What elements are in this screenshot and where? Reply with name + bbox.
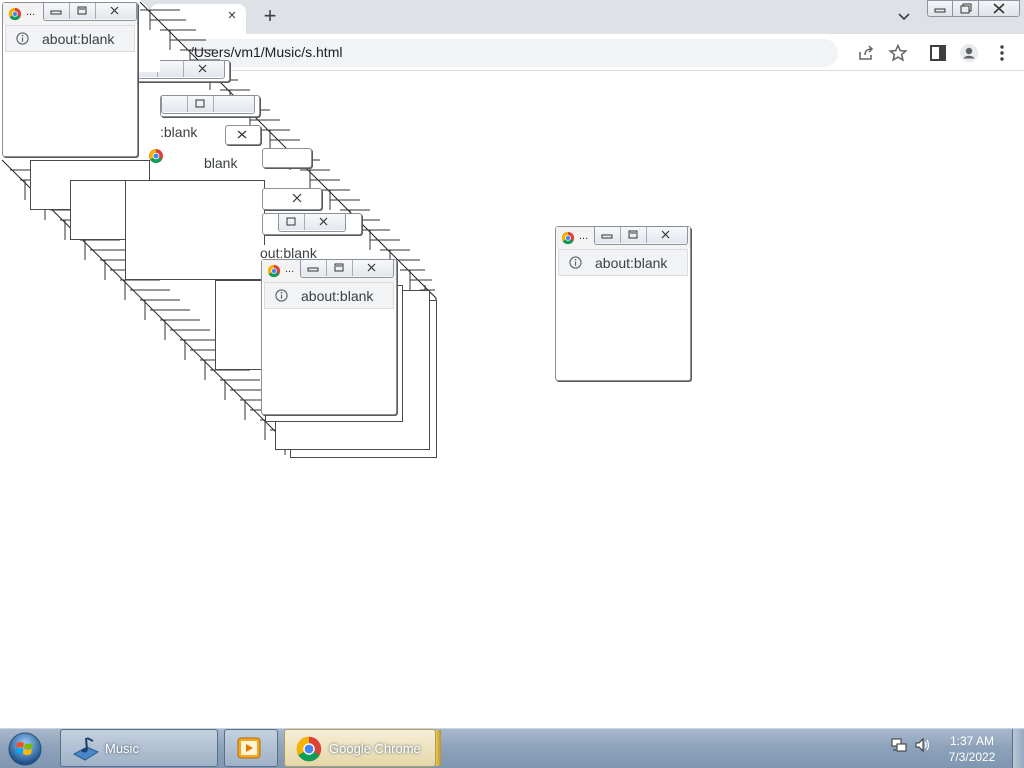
profile-icon[interactable]: [959, 43, 979, 63]
minimize-button[interactable]: [44, 3, 70, 19]
popup-address-bar[interactable]: about:blank: [558, 249, 688, 276]
minimize-icon: [307, 267, 319, 272]
close-icon: [319, 217, 328, 226]
popup-titlebar-fragment: [160, 95, 260, 117]
taskbar-item-music[interactable]: Music: [60, 729, 218, 767]
close-icon: [993, 3, 1005, 14]
side-panel-icon[interactable]: [928, 43, 948, 63]
popup-address-bar[interactable]: about:blank: [5, 25, 135, 52]
minimize-icon: [50, 10, 62, 15]
maximize-icon: [195, 99, 205, 108]
maximize-button[interactable]: [279, 214, 305, 230]
popup-titlebar-fragment: [262, 148, 312, 168]
maximize-icon: [334, 263, 344, 272]
close-button[interactable]: [96, 3, 136, 19]
popup-controls: [278, 214, 346, 232]
popup-title-ellipsis: ...: [579, 230, 589, 242]
info-icon: [16, 32, 29, 45]
maximize-button[interactable]: [158, 61, 184, 77]
close-icon: [367, 263, 376, 272]
taskbar-item-media-player[interactable]: [224, 729, 278, 767]
close-button[interactable]: [647, 227, 687, 243]
windows-start-icon[interactable]: [6, 731, 44, 767]
popup-window-standalone[interactable]: ... about:blank: [555, 226, 691, 381]
popup-window-topleft[interactable]: ... about:blank: [2, 2, 138, 157]
tab-search-chevron-icon[interactable]: [895, 8, 913, 26]
info-icon: [275, 289, 288, 302]
chrome-icon: [267, 264, 281, 278]
ghost-window: [125, 180, 265, 280]
popup-address-fragment: blank: [204, 155, 238, 171]
taskbar-stack-indicator: [436, 730, 441, 766]
popup-controls: [594, 227, 688, 245]
maximize-button[interactable]: [621, 227, 647, 243]
popup-address-text: about:blank: [595, 255, 668, 271]
chrome-icon: [149, 149, 163, 163]
network-icon[interactable]: [890, 736, 908, 754]
chrome-icon: [8, 7, 22, 21]
close-icon: [661, 230, 670, 239]
popup-address-fragment: :blank: [160, 124, 198, 140]
close-icon: [110, 6, 119, 15]
popup-controls: [300, 260, 394, 278]
popup-titlebar-fragment: [262, 188, 322, 210]
minimize-button[interactable]: [162, 96, 188, 112]
clock-date: 7/3/2022: [948, 750, 996, 764]
close-icon: [237, 130, 247, 139]
taskbar-item-label: Google Chrome: [329, 741, 421, 756]
media-player-icon: [237, 737, 261, 759]
ghost-window: [215, 280, 265, 370]
popup-controls: [161, 96, 255, 114]
taskbar-clock[interactable]: 1:37 AM 7/3/2022: [940, 733, 1004, 765]
info-icon: [569, 256, 582, 269]
maximize-button[interactable]: [188, 96, 214, 112]
window-close-button[interactable]: [978, 0, 1020, 17]
close-button[interactable]: [184, 61, 224, 77]
popup-address-bar[interactable]: about:blank: [264, 282, 394, 309]
popup-address-text: about:blank: [42, 31, 115, 47]
maximize-icon: [286, 217, 296, 226]
minimize-icon: [934, 8, 946, 13]
minimize-icon: [601, 234, 613, 239]
maximize-icon: [77, 6, 87, 15]
taskbar-item-google-chrome[interactable]: Google Chrome: [284, 729, 436, 767]
show-desktop-button[interactable]: [1012, 729, 1024, 768]
maximize-button[interactable]: [327, 260, 353, 276]
window-minimize-button[interactable]: [927, 0, 953, 17]
share-icon[interactable]: [856, 43, 876, 63]
popup-address-text: about:blank: [301, 288, 374, 304]
taskbar-item-label: Music: [105, 741, 139, 756]
window-restore-button[interactable]: [952, 0, 979, 17]
close-button[interactable]: [305, 214, 345, 230]
minimize-button[interactable]: [595, 227, 621, 243]
popup-titlebar-fragment: [262, 213, 362, 235]
close-button[interactable]: [214, 96, 254, 112]
music-folder-icon: [72, 737, 100, 761]
restore-icon: [960, 3, 972, 14]
minimize-button[interactable]: [301, 260, 327, 276]
popup-title-ellipsis: ...: [26, 6, 36, 18]
popup-window-cascade-front[interactable]: ... about:blank: [261, 259, 397, 415]
maximize-icon: [628, 230, 638, 239]
popup-cascade: about:blank :blank blank out:blank ... a…: [0, 0, 440, 460]
maximize-button[interactable]: [70, 3, 96, 19]
close-icon: [198, 64, 207, 73]
close-icon: [292, 193, 302, 203]
clock-time: 1:37 AM: [949, 734, 995, 748]
chrome-icon: [296, 736, 322, 762]
star-icon[interactable]: [888, 43, 908, 63]
volume-icon[interactable]: [914, 736, 932, 754]
popup-title-ellipsis: ...: [285, 263, 295, 275]
chrome-icon: [561, 231, 575, 245]
popup-titlebar-fragment: [225, 125, 261, 145]
menu-icon[interactable]: [992, 43, 1012, 63]
close-button[interactable]: [353, 260, 393, 276]
popup-controls: [43, 3, 137, 21]
